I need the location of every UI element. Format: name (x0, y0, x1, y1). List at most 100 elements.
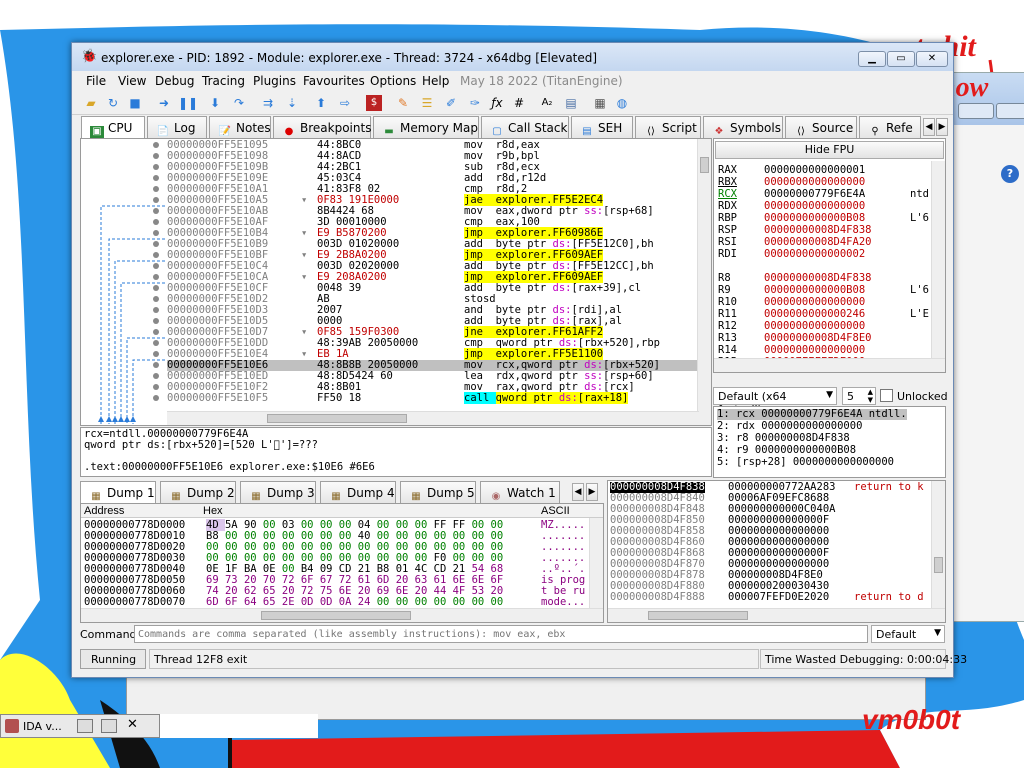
menu-debug[interactable]: Debug (155, 74, 194, 88)
tab-cpu[interactable]: ▣ CPU (81, 116, 145, 139)
breakpoint-dot-icon[interactable] (153, 263, 159, 269)
trace-over-icon[interactable]: ⇣ (284, 95, 300, 111)
stack-pane[interactable]: 000000008D4F838 000000000772AA283 return t… (607, 480, 946, 623)
tab-memory-map[interactable]: ▬ Memory Map (373, 116, 479, 138)
bg-close-button[interactable] (996, 103, 1024, 119)
maximize-icon[interactable] (101, 719, 117, 733)
menu-plugins[interactable]: Plugins (253, 74, 296, 88)
maximize-button[interactable]: ▭ (887, 51, 915, 67)
bg-maximize-button[interactable] (958, 103, 994, 119)
breakpoint-dot-icon[interactable] (153, 164, 159, 170)
help-icon[interactable]: ? (1001, 165, 1019, 183)
breakpoint-dot-icon[interactable] (153, 395, 159, 401)
register-value[interactable]: 00000000008D4F838 (764, 273, 871, 284)
menu-file[interactable]: File (86, 74, 106, 88)
register-row[interactable]: RCX 00000000779F6E4A ntd (718, 189, 930, 200)
font-icon[interactable]: A₂ (539, 95, 555, 111)
register-value[interactable]: 00000000008D4F838 (764, 225, 871, 236)
breakpoint-dot-icon[interactable] (153, 318, 159, 324)
dump-pane[interactable]: Address Hex ASCII 00000000778D0000 4D 5A … (80, 503, 604, 623)
minimize-button[interactable]: ▁ (858, 51, 886, 67)
calculator-icon[interactable]: ▦ (592, 95, 608, 111)
tab-script[interactable]: ⟨⟩ Script (635, 116, 701, 138)
menu-tracing[interactable]: Tracing (202, 74, 245, 88)
argument-row[interactable]: 1: rcx 00000000779F6E4A ntdll. (717, 409, 907, 420)
hide-fpu-button[interactable]: Hide FPU (715, 141, 944, 159)
breakpoint-dot-icon[interactable] (153, 153, 159, 159)
col-address[interactable]: Address (84, 505, 124, 517)
tab-breakpoints[interactable]: ● Breakpoints (273, 116, 371, 138)
comments-icon[interactable]: ☰ (419, 95, 435, 111)
tab-log[interactable]: 📄 Log (147, 116, 207, 138)
run-icon[interactable]: ➜ (156, 95, 172, 111)
register-value[interactable]: 00000000008D4F8E0 (764, 333, 871, 344)
stack-horizontal-scrollbar[interactable] (608, 608, 945, 622)
dump-tabs-scroll-left[interactable]: ◀ (572, 483, 584, 501)
breakpoint-dot-icon[interactable] (153, 241, 159, 247)
tabs-scroll-left[interactable]: ◀ (923, 118, 935, 136)
breakpoint-dot-icon[interactable] (153, 285, 159, 291)
breakpoint-dot-icon[interactable] (153, 186, 159, 192)
register-value[interactable]: 0000000000000000 (764, 345, 865, 356)
breakpoint-dot-icon[interactable] (153, 252, 159, 258)
register-row[interactable]: RDI 0000000000000002 (718, 249, 930, 260)
register-value[interactable]: 0000000000000000 (764, 177, 865, 188)
col-hex[interactable]: Hex (203, 505, 223, 517)
registers-horizontal-scrollbar[interactable] (714, 358, 945, 372)
breakpoint-dot-icon[interactable] (153, 362, 159, 368)
tab-dump-1[interactable]: ▦ Dump 1 (80, 481, 156, 503)
breakpoint-dot-icon[interactable] (153, 351, 159, 357)
register-value[interactable]: 00000000008D4FA20 (764, 237, 871, 248)
menu-view[interactable]: View (118, 74, 146, 88)
disassembly-pane[interactable]: 00000000FF5E1095 44:8BC0 mov r8d,eax 000000… (80, 138, 712, 426)
tab-dump-5[interactable]: ▦ Dump 5 (400, 481, 476, 503)
execute-till-return-icon[interactable]: ⬆ (313, 95, 329, 111)
breakpoint-dot-icon[interactable] (153, 329, 159, 335)
breakpoint-dot-icon[interactable] (153, 142, 159, 148)
register-row[interactable]: R9 0000000000000B08 L'6 (718, 285, 930, 296)
breakpoint-dot-icon[interactable] (153, 274, 159, 280)
register-value[interactable]: 0000000000000002 (764, 249, 865, 260)
close-icon[interactable]: ✕ (127, 717, 138, 732)
breakpoint-dot-icon[interactable] (153, 197, 159, 203)
dump-tabs-scroll-right[interactable]: ▶ (586, 483, 598, 501)
tab-seh[interactable]: ▤ SEH (571, 116, 633, 138)
run-to-user-code-icon[interactable]: ⇨ (337, 95, 353, 111)
register-row[interactable]: RDX 0000000000000000 (718, 201, 930, 212)
dump-hex[interactable]: 6D 6F 64 65 2E 0D 0D 0A 24 00 00 00 00 0… (206, 597, 503, 608)
taskbar-ida-button[interactable]: IDA v... ✕ (0, 714, 160, 738)
globe-icon[interactable]: ◍ (614, 95, 630, 111)
tab-dump-3[interactable]: ▦ Dump 3 (240, 481, 316, 503)
open-icon[interactable]: ▰ (83, 95, 99, 111)
disasm-row[interactable]: 00000000FF5E10F5 FF50 18 call qword ptr ds… (153, 392, 699, 404)
register-value[interactable]: 0000000000000000 (764, 297, 865, 308)
tabs-scroll-right[interactable]: ▶ (936, 118, 948, 136)
breakpoint-dot-icon[interactable] (153, 175, 159, 181)
register-row[interactable]: R11 0000000000000246 L'E (718, 309, 930, 320)
breakpoint-dot-icon[interactable] (153, 307, 159, 313)
register-value[interactable]: 0000000000000B08 (764, 285, 865, 296)
tab-dump-4[interactable]: ▦ Dump 4 (320, 481, 396, 503)
register-row[interactable]: R14 0000000000000000 (718, 345, 930, 356)
tab-source[interactable]: ⟨⟩ Source (785, 116, 857, 138)
dump-row[interactable]: 00000000778D0070 6D 6F 64 65 2E 0D 0D 0A … (84, 597, 589, 608)
patch-icon[interactable]: ✎ (395, 95, 411, 111)
tab-notes[interactable]: 📝 Notes (209, 116, 271, 138)
register-row[interactable]: R8 00000000008D4F838 (718, 273, 930, 284)
tab-watch-1[interactable]: ◉ Watch 1 (480, 481, 560, 503)
close-button[interactable]: ✕ (916, 51, 948, 67)
registers-vertical-scrollbar[interactable] (931, 161, 945, 359)
dump-vertical-scrollbar[interactable] (589, 518, 603, 610)
breakpoint-dot-icon[interactable] (153, 219, 159, 225)
dump-horizontal-scrollbar[interactable] (81, 608, 603, 622)
register-value[interactable]: 0000000000000B08 (764, 213, 865, 224)
hash-icon[interactable]: # (511, 95, 527, 111)
register-value[interactable]: 0000000000000246 (764, 309, 865, 320)
register-row[interactable]: RSI 00000000008D4FA20 (718, 237, 930, 248)
tab-references[interactable]: ⚲ Refe (859, 116, 921, 138)
tab-symbols[interactable]: ❖ Symbols (703, 116, 783, 138)
scylla-icon[interactable]: $ (366, 95, 382, 111)
breakpoint-dot-icon[interactable] (153, 230, 159, 236)
restart-icon[interactable]: ↻ (105, 95, 121, 111)
labels-icon[interactable]: ✐ (443, 95, 459, 111)
